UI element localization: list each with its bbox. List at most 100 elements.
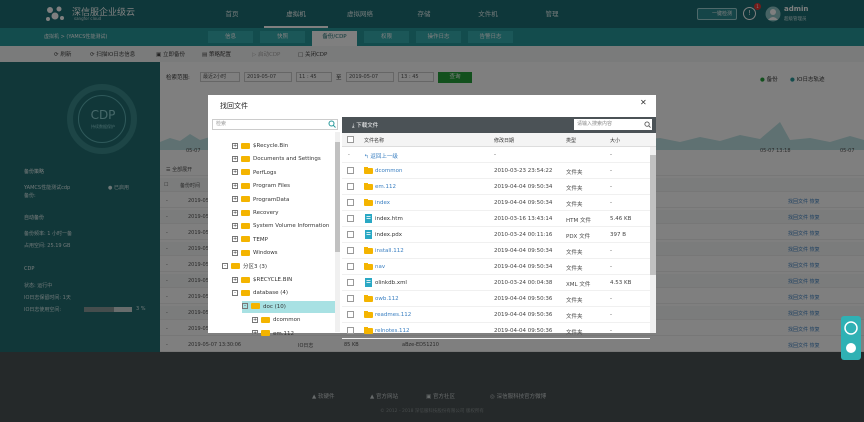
select-all-checkbox[interactable] <box>347 136 354 143</box>
file-name[interactable]: readmes.112 <box>375 312 411 318</box>
expand-toggle[interactable]: + <box>232 236 238 243</box>
file-name[interactable]: em.112 <box>375 184 396 190</box>
col-name[interactable]: 文件名称 <box>364 137 384 144</box>
download-button[interactable]: ⤓ 下载文件 <box>352 121 378 130</box>
row-checkbox[interactable] <box>347 215 354 222</box>
folder-icon <box>241 289 250 296</box>
file-row[interactable]: install.112 2019-04-04 09:50:34 文件夹 - <box>342 243 650 259</box>
expand-toggle[interactable]: + <box>232 169 238 176</box>
expand-toggle[interactable]: + <box>232 276 238 283</box>
file-row[interactable]: readmes.112 2019-04-04 09:50:36 文件夹 - <box>342 307 650 323</box>
tree-item[interactable]: + $RECYCLE.BIN <box>232 274 335 286</box>
file-row[interactable]: index.pdx 2010-03-24 00:11:16 PDX 文件 397 B <box>342 227 650 243</box>
expand-toggle[interactable]: + <box>252 316 258 323</box>
file-type: PDX 文件 <box>566 234 591 240</box>
file-name[interactable]: owb.112 <box>375 296 399 302</box>
expand-toggle[interactable]: + <box>232 142 238 149</box>
tree-search-input[interactable]: 检索 <box>212 119 338 130</box>
file-row[interactable]: index.htm 2010-03-16 13:43:14 HTM 文件 5.46 K… <box>342 211 650 227</box>
row-checkbox[interactable] <box>347 247 354 254</box>
folder-icon <box>241 236 250 243</box>
file-row[interactable]: index 2019-04-04 09:50:34 文件夹 - <box>342 195 650 211</box>
tree-scrollbar-thumb[interactable] <box>335 142 340 252</box>
tree-item[interactable]: + dcommon <box>252 314 335 326</box>
file-name[interactable]: olinkdb.xml <box>375 280 407 286</box>
folder-icon <box>241 182 250 189</box>
file-row[interactable]: dcommon 2010-03-23 23:54:22 文件夹 - <box>342 163 650 179</box>
file-icon <box>365 230 372 239</box>
tree-item[interactable]: + Program Files <box>232 180 335 192</box>
expand-toggle[interactable]: + <box>232 249 238 256</box>
row-checkbox[interactable] <box>347 167 354 174</box>
tree-item[interactable]: - doc (10) <box>242 300 335 313</box>
row-checkbox[interactable] <box>347 295 354 302</box>
row-checkbox[interactable] <box>347 327 354 334</box>
expand-toggle[interactable]: + <box>232 196 238 203</box>
tree-item[interactable]: + Recovery <box>232 207 335 219</box>
back-row[interactable]: - ↰ 返回上一级 - - <box>342 147 650 163</box>
file-row[interactable]: nav 2019-04-04 09:50:34 文件夹 - <box>342 259 650 275</box>
file-row[interactable]: em.112 2019-04-04 09:50:34 文件夹 - <box>342 179 650 195</box>
tree-item[interactable]: + System Volume Information <box>232 220 335 232</box>
tree-item[interactable]: + Documents and Settings <box>232 153 335 165</box>
file-name[interactable]: index.pdx <box>375 232 402 238</box>
file-size: - <box>610 264 612 270</box>
tree-item[interactable]: - database (4) <box>232 287 335 299</box>
col-size[interactable]: 大小 <box>610 137 620 144</box>
folder-icon <box>364 327 373 334</box>
file-size: 5.46 KB <box>610 216 632 222</box>
row-checkbox[interactable] <box>347 279 354 286</box>
file-scrollbar-thumb[interactable] <box>650 155 656 275</box>
file-name[interactable]: index.htm <box>375 216 403 222</box>
tree-item-label: System Volume Information <box>253 223 330 230</box>
tree-item[interactable]: + Windows <box>232 247 335 259</box>
col-type[interactable]: 类型 <box>566 137 576 144</box>
file-row[interactable]: owb.112 2019-04-04 09:50:36 文件夹 - <box>342 291 650 307</box>
expand-toggle[interactable]: + <box>232 222 238 229</box>
file-name[interactable]: relnotes.112 <box>375 328 410 334</box>
dialog-title: 找回文件 <box>220 102 248 110</box>
expand-toggle[interactable]: + <box>232 209 238 216</box>
file-search-input[interactable]: 请输入搜索内容 <box>574 119 652 130</box>
file-name[interactable]: install.112 <box>375 248 404 254</box>
tree-item[interactable]: + TEMP <box>232 234 335 246</box>
tree-scrollbar[interactable] <box>335 132 340 332</box>
file-name[interactable]: nav <box>375 264 385 270</box>
back-link[interactable]: ↰ 返回上一级 <box>364 152 398 160</box>
support-chat-icon[interactable] <box>840 316 862 360</box>
folder-icon <box>364 167 373 174</box>
file-name[interactable]: dcommon <box>375 168 402 174</box>
file-search-icon[interactable] <box>644 121 651 128</box>
file-row[interactable]: olinkdb.xml 2010-03-24 00:04:38 XML 文件 4.53… <box>342 275 650 291</box>
expand-toggle[interactable]: - <box>242 303 248 310</box>
folder-icon <box>241 196 250 203</box>
file-size: 397 B <box>610 232 627 238</box>
tree-item[interactable]: - 分区3 (3) <box>222 261 335 273</box>
tree-item[interactable]: + PerfLogs <box>232 167 335 179</box>
file-size: - <box>610 328 612 334</box>
expand-toggle[interactable]: + <box>232 155 238 162</box>
file-scrollbar[interactable] <box>650 147 656 333</box>
col-date[interactable]: 修改日期 <box>494 137 514 144</box>
expand-toggle[interactable]: + <box>252 330 258 337</box>
row-checkbox[interactable] <box>347 311 354 318</box>
tree-item[interactable]: + ProgramData <box>232 194 335 206</box>
file-row[interactable]: relnotes.112 2019-04-04 09:50:36 文件夹 - <box>342 323 650 339</box>
expand-toggle[interactable]: + <box>232 182 238 189</box>
file-date: 2019-04-04 09:50:36 <box>494 296 553 302</box>
folder-icon <box>241 169 250 176</box>
row-checkbox[interactable] <box>347 263 354 270</box>
row-checkbox[interactable] <box>347 231 354 238</box>
tree-item[interactable]: + $Recycle.Bin <box>232 140 335 152</box>
search-icon[interactable] <box>328 120 336 128</box>
tree-item-label: Windows <box>253 250 278 257</box>
close-icon[interactable]: ✕ <box>640 98 647 107</box>
expand-toggle[interactable]: - <box>232 289 238 296</box>
tree-item[interactable]: + em.112 <box>252 328 335 340</box>
row-checkbox[interactable] <box>347 199 354 206</box>
expand-toggle[interactable]: - <box>222 263 228 270</box>
row-checkbox[interactable] <box>347 183 354 190</box>
folder-icon <box>364 183 373 190</box>
file-date: 2019-04-04 09:50:36 <box>494 312 553 318</box>
file-name[interactable]: index <box>375 200 390 206</box>
